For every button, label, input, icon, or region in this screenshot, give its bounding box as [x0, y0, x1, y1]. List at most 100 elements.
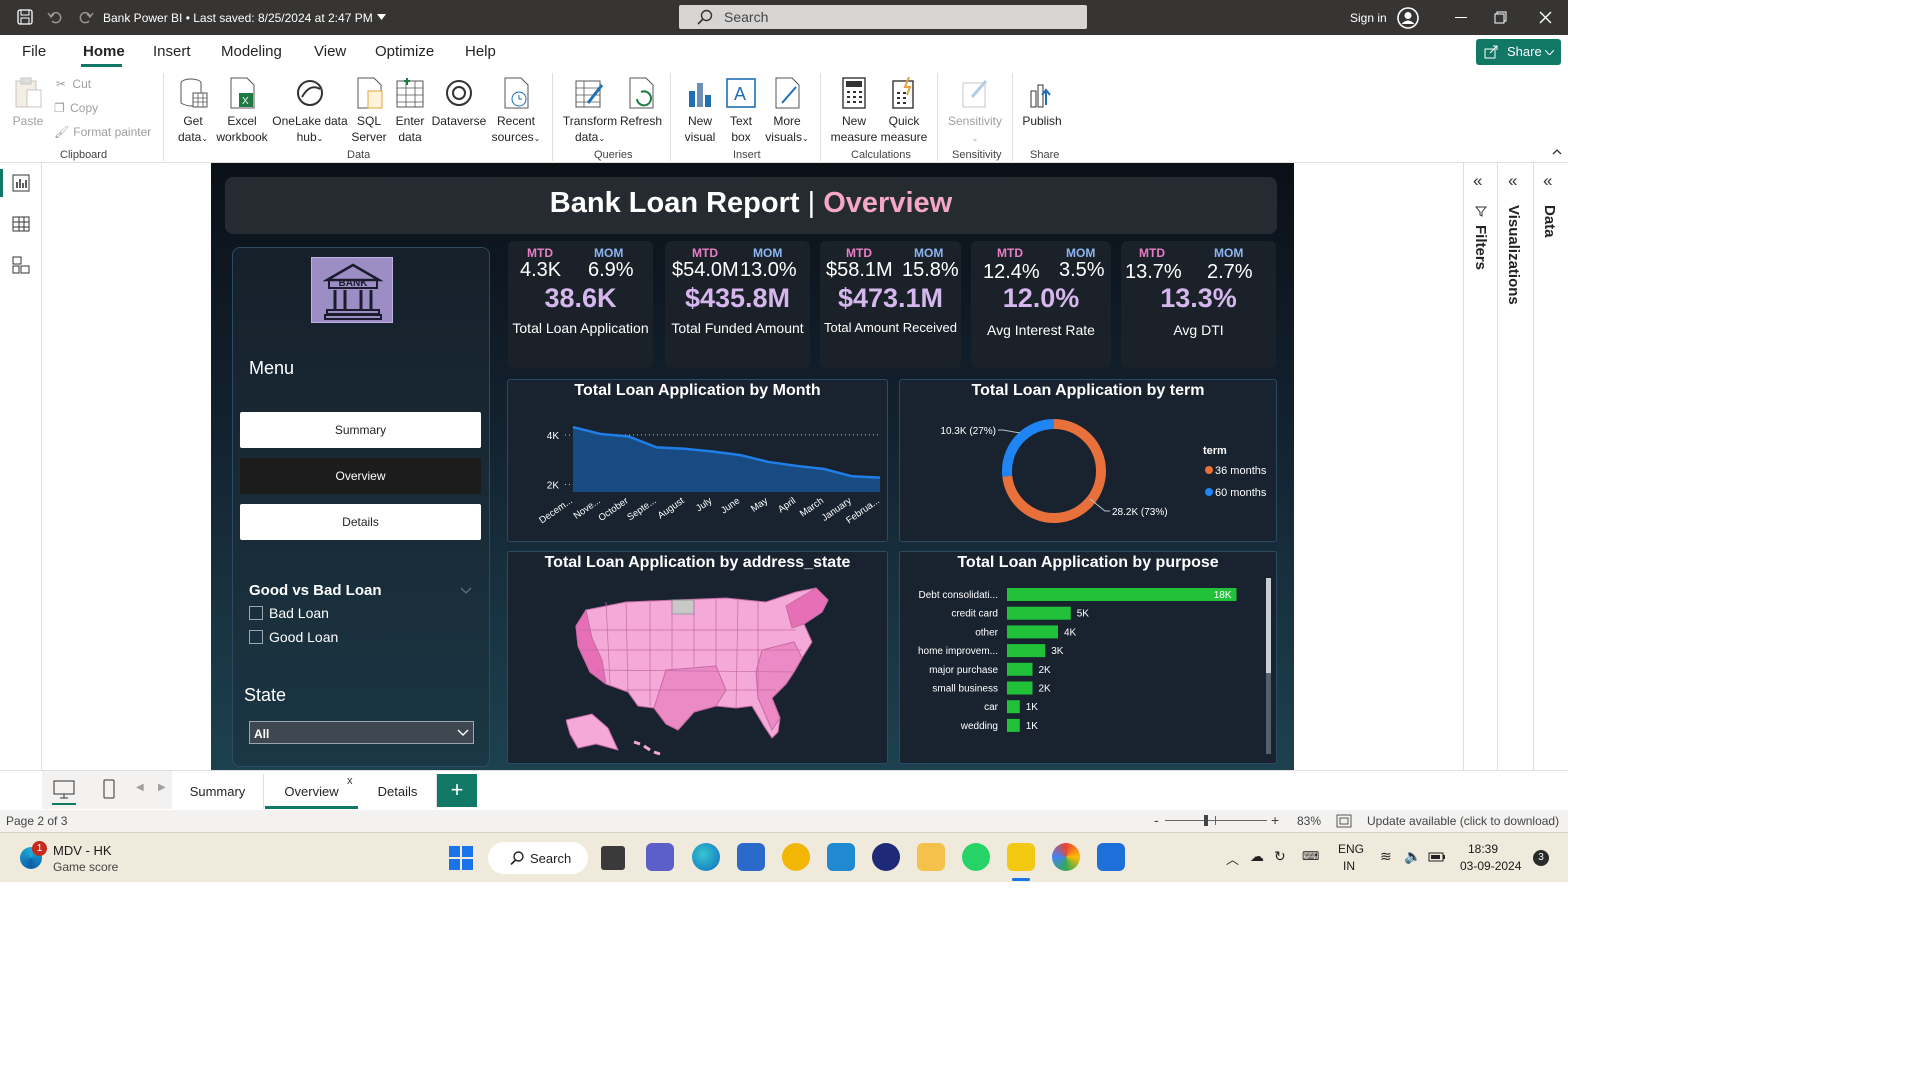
- app-icon[interactable]: [872, 843, 900, 871]
- share-button[interactable]: Share: [1476, 39, 1561, 65]
- minimize-icon[interactable]: [1455, 17, 1467, 18]
- volume-icon[interactable]: 🔈: [1404, 848, 1421, 865]
- whatsapp-icon[interactable]: [962, 843, 990, 871]
- close-icon[interactable]: [1539, 11, 1552, 24]
- nav-summary-button[interactable]: Summary: [240, 412, 481, 448]
- dataverse-button[interactable]: Dataverse: [430, 77, 488, 129]
- refresh-button[interactable]: Refresh: [619, 77, 663, 129]
- restore-icon[interactable]: [1494, 11, 1507, 24]
- sql-server-button[interactable]: SQL Server: [347, 77, 391, 145]
- bad-loan-checkbox[interactable]: [249, 606, 263, 620]
- state-dropdown[interactable]: All: [249, 721, 474, 744]
- add-page-button[interactable]: +: [437, 774, 477, 807]
- help-icon[interactable]: [782, 843, 810, 871]
- tab-summary[interactable]: Summary: [172, 774, 264, 809]
- chart-state-panel[interactable]: Total Loan Application by address_state: [507, 551, 888, 764]
- save-icon[interactable]: [17, 9, 33, 25]
- publish-button[interactable]: Publish: [1018, 77, 1066, 129]
- nav-details-button[interactable]: Details: [240, 504, 481, 540]
- battery-icon[interactable]: [1428, 852, 1446, 862]
- chart-purpose-panel[interactable]: Total Loan Application by purpose Debt c…: [899, 551, 1277, 764]
- quick-measure-button[interactable]: Quick measure: [878, 77, 930, 145]
- scroll-left-icon[interactable]: ◀: [136, 782, 144, 793]
- user-avatar-icon[interactable]: [1397, 7, 1419, 29]
- power-bi-icon[interactable]: [1007, 843, 1035, 871]
- chart-term-panel[interactable]: Total Loan Application by term 28.2K (73…: [899, 379, 1277, 542]
- vscode-icon[interactable]: [827, 843, 855, 871]
- keyboard-icon[interactable]: ⌨: [1302, 849, 1319, 863]
- excel-workbook-button[interactable]: X Excel workbook: [214, 77, 270, 145]
- teams-icon[interactable]: [646, 843, 674, 871]
- good-loan-checkbox[interactable]: [249, 630, 263, 644]
- paste-button[interactable]: Paste: [8, 77, 48, 129]
- menu-optimize[interactable]: Optimize: [375, 43, 434, 60]
- mobile-layout-icon[interactable]: [103, 779, 115, 799]
- copy-button[interactable]: ❐ Copy: [54, 101, 98, 115]
- menu-home[interactable]: Home: [83, 43, 125, 60]
- update-available-link[interactable]: Update available (click to download): [1367, 814, 1559, 828]
- menu-insert[interactable]: Insert: [153, 43, 191, 60]
- menu-file[interactable]: File: [22, 43, 46, 60]
- wifi-icon[interactable]: ≋: [1380, 848, 1392, 865]
- redo-icon[interactable]: [78, 9, 94, 25]
- scroll-right-icon[interactable]: ▶: [158, 782, 166, 793]
- menu-help[interactable]: Help: [465, 43, 496, 60]
- cut-button[interactable]: ✂ Cut: [56, 77, 91, 91]
- format-painter-button[interactable]: 🖌 Format painter: [54, 125, 151, 139]
- collapse-ribbon-icon[interactable]: [1552, 149, 1562, 155]
- sync-icon[interactable]: ↻: [1274, 848, 1286, 865]
- more-visuals-button[interactable]: More visuals⌄: [760, 77, 814, 147]
- chrome-icon[interactable]: [1052, 843, 1080, 871]
- transform-data-button[interactable]: Transform data⌄: [560, 77, 620, 147]
- onedrive-icon[interactable]: ☁: [1250, 848, 1264, 865]
- undo-icon[interactable]: [47, 9, 63, 25]
- sign-in-link[interactable]: Sign in: [1350, 11, 1387, 25]
- menu-view[interactable]: View: [314, 43, 346, 60]
- model-view-icon[interactable]: [12, 256, 30, 274]
- notification-count[interactable]: 3: [1533, 850, 1549, 866]
- onelake-data-hub-button[interactable]: OneLake data hub⌄: [272, 77, 348, 147]
- new-visual-button[interactable]: New visual: [680, 77, 720, 145]
- expand-data-icon[interactable]: «: [1543, 171, 1552, 191]
- chevron-up-icon[interactable]: ︿: [1226, 849, 1239, 868]
- zoom-slider-thumb[interactable]: [1204, 815, 1208, 826]
- file-explorer-icon[interactable]: [917, 843, 945, 871]
- clock-date[interactable]: 03-09-2024: [1460, 859, 1521, 873]
- expand-visualizations-icon[interactable]: «: [1508, 171, 1517, 191]
- enter-data-button[interactable]: Enter data: [390, 77, 430, 145]
- task-view-icon[interactable]: [601, 846, 625, 870]
- get-data-button[interactable]: Get data⌄: [170, 77, 216, 147]
- taskbar-search[interactable]: Search: [488, 842, 588, 874]
- zoom-level[interactable]: 83%: [1297, 814, 1321, 828]
- chevron-down-icon[interactable]: [460, 587, 472, 594]
- report-view-icon[interactable]: [12, 174, 30, 192]
- text-box-button[interactable]: A Text box: [722, 77, 760, 145]
- language-secondary[interactable]: IN: [1343, 859, 1355, 873]
- zoom-slider[interactable]: [1165, 820, 1267, 821]
- clock-time[interactable]: 18:39: [1468, 842, 1498, 856]
- expand-filters-icon[interactable]: «: [1473, 171, 1482, 191]
- nav-overview-button[interactable]: Overview: [240, 458, 481, 494]
- filters-pane-label[interactable]: Filters: [1472, 225, 1489, 270]
- desktop-layout-icon[interactable]: [53, 780, 75, 800]
- zoom-out-button[interactable]: -: [1154, 812, 1159, 828]
- notepad-icon[interactable]: [1097, 843, 1125, 871]
- close-tab-icon[interactable]: x: [347, 775, 353, 787]
- zoom-in-button[interactable]: +: [1271, 812, 1279, 828]
- table-view-icon[interactable]: [12, 215, 30, 233]
- tab-details[interactable]: Details: [359, 774, 437, 809]
- recent-sources-button[interactable]: Recent sources⌄: [488, 77, 544, 147]
- chevron-down-icon[interactable]: [377, 14, 386, 20]
- fit-to-page-icon[interactable]: [1336, 814, 1352, 828]
- chart-month-panel[interactable]: Total Loan Application by Month 4K 2K Dece…: [507, 379, 888, 542]
- menu-modeling[interactable]: Modeling: [221, 43, 282, 60]
- data-pane-label[interactable]: Data: [1541, 205, 1558, 238]
- visualizations-pane-label[interactable]: Visualizations: [1505, 205, 1522, 305]
- new-measure-button[interactable]: New measure: [828, 77, 880, 145]
- language-primary[interactable]: ENG: [1338, 842, 1364, 856]
- windows-start-icon[interactable]: [449, 846, 473, 870]
- edge-icon[interactable]: [692, 843, 720, 871]
- store-icon[interactable]: [737, 843, 765, 871]
- sensitivity-button[interactable]: Sensitivity ⌄: [943, 77, 1007, 147]
- search-box[interactable]: Search: [679, 5, 1087, 29]
